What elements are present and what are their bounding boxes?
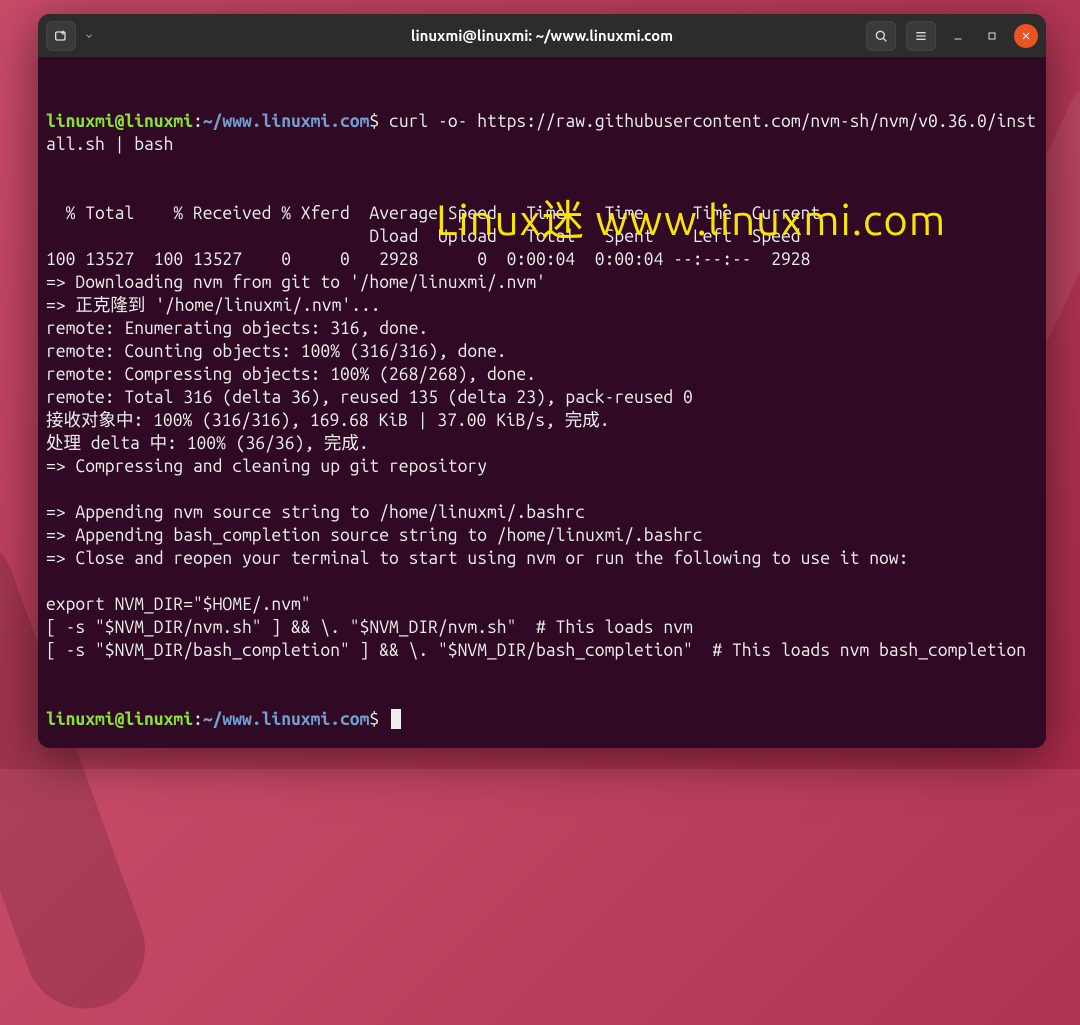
output-line: [ -s "$NVM_DIR/nvm.sh" ] && \. "$NVM_DIR… xyxy=(46,616,1038,639)
terminal-window: linuxmi@linuxmi: ~/www.linuxmi.com linux… xyxy=(38,14,1046,748)
terminal-body[interactable]: linuxmi@linuxmi:~/www.linuxmi.com$ curl … xyxy=(38,58,1046,748)
output-line: % Total % Received % Xferd Average Speed… xyxy=(46,202,1038,225)
output-line: => Appending nvm source string to /home/… xyxy=(46,501,1038,524)
output-line xyxy=(46,478,1038,501)
maximize-button[interactable] xyxy=(980,24,1004,48)
prompt-symbol: $ xyxy=(369,710,379,729)
titlebar-left xyxy=(46,21,246,51)
output-line xyxy=(46,570,1038,593)
output-line: => Appending bash_completion source stri… xyxy=(46,524,1038,547)
prompt-path: ~/www.linuxmi.com xyxy=(203,112,370,131)
new-tab-icon xyxy=(53,28,69,44)
minimize-button[interactable] xyxy=(946,24,970,48)
menu-button[interactable] xyxy=(906,21,936,51)
hamburger-icon xyxy=(913,28,929,44)
output-line: 接收对象中: 100% (316/316), 169.68 KiB | 37.0… xyxy=(46,409,1038,432)
new-tab-caret[interactable] xyxy=(80,21,98,51)
titlebar[interactable]: linuxmi@linuxmi: ~/www.linuxmi.com xyxy=(38,14,1046,58)
chevron-down-icon xyxy=(84,31,94,41)
terminal-output: % Total % Received % Xferd Average Speed… xyxy=(46,202,1038,662)
cursor xyxy=(391,709,401,729)
prompt-line: linuxmi@linuxmi:~/www.linuxmi.com$ curl … xyxy=(46,110,1038,156)
prompt-path: ~/www.linuxmi.com xyxy=(203,710,370,729)
titlebar-right xyxy=(838,21,1038,51)
prompt-symbol: $ xyxy=(369,112,379,131)
output-line: 100 13527 100 13527 0 0 2928 0 0:00:04 0… xyxy=(46,248,1038,271)
search-icon xyxy=(873,28,889,44)
output-line: [ -s "$NVM_DIR/bash_completion" ] && \. … xyxy=(46,639,1038,662)
output-line: remote: Enumerating objects: 316, done. xyxy=(46,317,1038,340)
output-line: remote: Compressing objects: 100% (268/2… xyxy=(46,363,1038,386)
close-button[interactable] xyxy=(1014,24,1038,48)
output-line: => Downloading nvm from git to '/home/li… xyxy=(46,271,1038,294)
prompt-sep: : xyxy=(193,112,203,131)
output-line: 处理 delta 中: 100% (36/36), 完成. xyxy=(46,432,1038,455)
window-title: linuxmi@linuxmi: ~/www.linuxmi.com xyxy=(246,27,838,44)
output-line: remote: Counting objects: 100% (316/316)… xyxy=(46,340,1038,363)
search-button[interactable] xyxy=(866,21,896,51)
maximize-icon xyxy=(986,30,998,42)
close-icon xyxy=(1020,30,1032,42)
output-line: => Close and reopen your terminal to sta… xyxy=(46,547,1038,570)
output-line: => 正克隆到 '/home/linuxmi/.nvm'... xyxy=(46,294,1038,317)
prompt-user: linuxmi@linuxmi xyxy=(46,112,193,131)
prompt-line-idle: linuxmi@linuxmi:~/www.linuxmi.com$ xyxy=(46,708,1038,731)
prompt-sep: : xyxy=(193,710,203,729)
output-line: remote: Total 316 (delta 36), reused 135… xyxy=(46,386,1038,409)
minimize-icon xyxy=(952,30,964,42)
output-line: => Compressing and cleaning up git repos… xyxy=(46,455,1038,478)
output-line: Dload Upload Total Spent Left Speed xyxy=(46,225,1038,248)
new-tab-button[interactable] xyxy=(46,21,76,51)
prompt-user: linuxmi@linuxmi xyxy=(46,710,193,729)
output-line: export NVM_DIR="$HOME/.nvm" xyxy=(46,593,1038,616)
